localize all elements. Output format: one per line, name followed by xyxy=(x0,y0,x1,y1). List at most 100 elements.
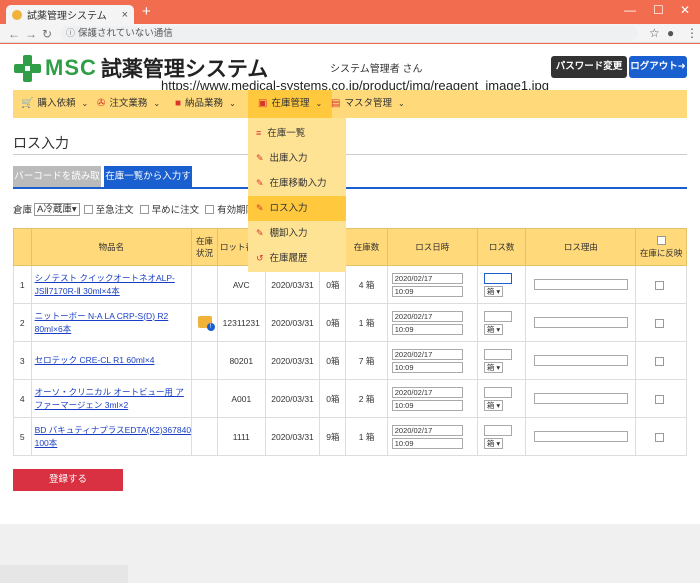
dropdown-item-history[interactable]: ↺ 在庫履歴 xyxy=(248,246,346,271)
col-stock: 在庫数 xyxy=(345,228,388,266)
reflect-checkbox[interactable] xyxy=(655,394,665,404)
reflect-checkbox[interactable] xyxy=(655,318,665,328)
loss-reason xyxy=(525,303,637,342)
loss-qty-input[interactable] xyxy=(483,386,512,398)
warehouse-select[interactable]: A冷蔵庫▾ xyxy=(34,202,80,216)
tab-barcode[interactable]: バーコードを読み取る xyxy=(13,166,101,204)
reflect-label: 在庫に反映 xyxy=(639,247,683,258)
reflect-checkbox[interactable] xyxy=(655,356,665,366)
window-close-icon[interactable]: ✕ xyxy=(680,3,690,17)
reflect-checkbox[interactable] xyxy=(655,432,665,442)
loss-time-input[interactable]: 10:09 xyxy=(391,399,463,411)
loss-reason-input[interactable] xyxy=(533,431,628,442)
unit-select[interactable]: 箱 ▾ xyxy=(483,323,504,335)
dropdown-item-loss[interactable]: ✎ ロス入力 xyxy=(248,196,346,221)
loss-reason-input[interactable] xyxy=(533,317,628,328)
expiry-checkbox[interactable] xyxy=(205,204,215,214)
quantity: 0箱 xyxy=(319,379,347,418)
loss-reason-input[interactable] xyxy=(533,393,628,404)
urgent-checkbox[interactable] xyxy=(83,204,93,214)
unit-select[interactable]: 箱 ▾ xyxy=(483,285,504,297)
menu-order[interactable]: ✇ 注文業務 ⌄ xyxy=(97,90,160,118)
minimize-icon[interactable]: — xyxy=(624,3,636,17)
register-button[interactable]: 登録する xyxy=(13,469,123,491)
loss-datetime: 2020/02/17 10:09 xyxy=(386,265,478,304)
dropdown-item-stock-list[interactable]: ≡ 在庫一覧 xyxy=(248,121,346,146)
menu-purchase-request[interactable]: 🛒 購入依頼 ⌄ xyxy=(21,90,88,118)
forward-icon[interactable]: → xyxy=(25,27,37,41)
pencil-icon: ✎ xyxy=(256,178,264,188)
reload-icon[interactable]: ↻ xyxy=(42,27,52,41)
loss-time-input[interactable]: 10:09 xyxy=(391,285,463,297)
reflect-cell xyxy=(635,379,687,418)
loss-datetime: 2020/02/17 10:09 xyxy=(386,341,478,380)
loss-date-input[interactable]: 2020/02/17 xyxy=(391,310,463,322)
loss-qty-input[interactable] xyxy=(483,310,512,322)
loss-time-input[interactable]: 10:09 xyxy=(391,361,463,373)
loss-reason-input[interactable] xyxy=(533,279,628,290)
browser-tab[interactable]: 試薬管理システム × xyxy=(6,5,134,24)
loss-qty-input[interactable] xyxy=(483,424,512,436)
loss-reason xyxy=(525,417,637,456)
loss-qty-input[interactable] xyxy=(483,348,512,360)
loss-qty: 箱 ▾ xyxy=(476,379,527,418)
product-link[interactable]: セロテック CRE-CL R1 60ml×4 xyxy=(30,341,193,380)
pencil-icon: ✎ xyxy=(256,228,264,238)
row-no: 2 xyxy=(13,303,32,342)
col-loss-qty: ロス数 xyxy=(476,228,527,266)
loss-qty-input[interactable] xyxy=(483,272,512,284)
stock-status xyxy=(191,341,218,380)
product-link[interactable]: シノテスト クイックオートネオALP-JSⅡ7170R-Ⅱ 30ml×4本 xyxy=(30,265,193,304)
unit-select[interactable]: 箱 ▾ xyxy=(483,361,504,373)
list-icon: ≡ xyxy=(256,128,262,138)
reflect-checkbox[interactable] xyxy=(655,280,665,290)
urgent-label: 至急注文 xyxy=(95,205,134,216)
menu-master[interactable]: ▤ マスタ管理 ⌄ xyxy=(331,90,405,118)
loss-date-input[interactable]: 2020/02/17 xyxy=(391,348,463,360)
col-status: 在庫 状況 xyxy=(191,228,218,266)
dropdown-item-transfer[interactable]: ✎ 在庫移動入力 xyxy=(248,171,346,196)
dropdown-label: 在庫履歴 xyxy=(269,253,308,264)
loss-reason-input[interactable] xyxy=(533,355,628,366)
chevron-down-icon: ⌄ xyxy=(397,99,405,108)
menu-label: マスタ管理 xyxy=(344,98,392,109)
table-header-row: 物品名 在庫 状況 ロット番号 数 在庫数 ロス日時 ロス数 ロス理由 在庫に反… xyxy=(13,228,687,266)
loss-time-input[interactable]: 10:09 xyxy=(391,437,463,449)
maximize-icon[interactable]: ☐ xyxy=(653,3,664,17)
loss-datetime: 2020/02/17 10:09 xyxy=(386,379,478,418)
col-loss-date: ロス日時 xyxy=(386,228,478,266)
pencil-icon: ✎ xyxy=(256,153,264,163)
loss-date-input[interactable]: 2020/02/17 xyxy=(391,424,463,436)
product-link[interactable]: BD バキュティナプラスEDTA(K2)367840 100本 xyxy=(30,417,193,456)
loss-qty: 箱 ▾ xyxy=(476,417,527,456)
product-link[interactable]: オーソ・クリニカル オートビュー用 アファーマージェン 3ml×2 xyxy=(30,379,193,418)
dropdown-label: 在庫移動入力 xyxy=(269,178,327,189)
loss-time-input[interactable]: 10:09 xyxy=(391,323,463,335)
dropdown-item-stocktake[interactable]: ✎ 棚卸入力 xyxy=(248,221,346,246)
dropdown-item-issue[interactable]: ✎ 出庫入力 xyxy=(248,146,346,171)
back-icon[interactable]: ← xyxy=(8,27,20,41)
loss-reason xyxy=(525,341,637,380)
tab-underline xyxy=(13,187,687,189)
tab-inventory-list[interactable]: 在庫一覧から入力する xyxy=(104,166,192,204)
menu-dots-icon[interactable]: ⋮ xyxy=(686,26,698,40)
menu-delivery[interactable]: ■ 納品業務 ⌄ xyxy=(175,90,236,118)
loss-date-input[interactable]: 2020/02/17 xyxy=(391,272,463,284)
early-checkbox[interactable] xyxy=(139,204,149,214)
product-link[interactable]: ニットーボー N-A LA CRP-S(D) R2 80ml×6本 xyxy=(30,303,193,342)
new-tab-icon[interactable]: + xyxy=(142,4,151,19)
order-icon: ✇ xyxy=(97,98,106,109)
password-change-button[interactable]: パスワード変更 ➜ xyxy=(551,56,627,94)
account-icon[interactable]: ● xyxy=(667,26,674,40)
logout-button[interactable]: ログアウト➜ xyxy=(629,56,687,78)
unit-select[interactable]: 箱 ▾ xyxy=(483,437,504,449)
url-field[interactable]: ⓘ 保護されていない通信 xyxy=(60,26,638,41)
menu-inventory[interactable]: ▣ 在庫管理 ⌄ xyxy=(248,90,333,118)
star-icon[interactable]: ☆ xyxy=(649,26,660,40)
col-reflect: 在庫に反映 xyxy=(635,228,687,266)
tab-close-icon[interactable]: × xyxy=(122,9,128,21)
reflect-all-checkbox[interactable] xyxy=(656,235,666,245)
unit-select[interactable]: 箱 ▾ xyxy=(483,399,504,411)
loss-date-input[interactable]: 2020/02/17 xyxy=(391,386,463,398)
stock-status xyxy=(191,303,218,342)
